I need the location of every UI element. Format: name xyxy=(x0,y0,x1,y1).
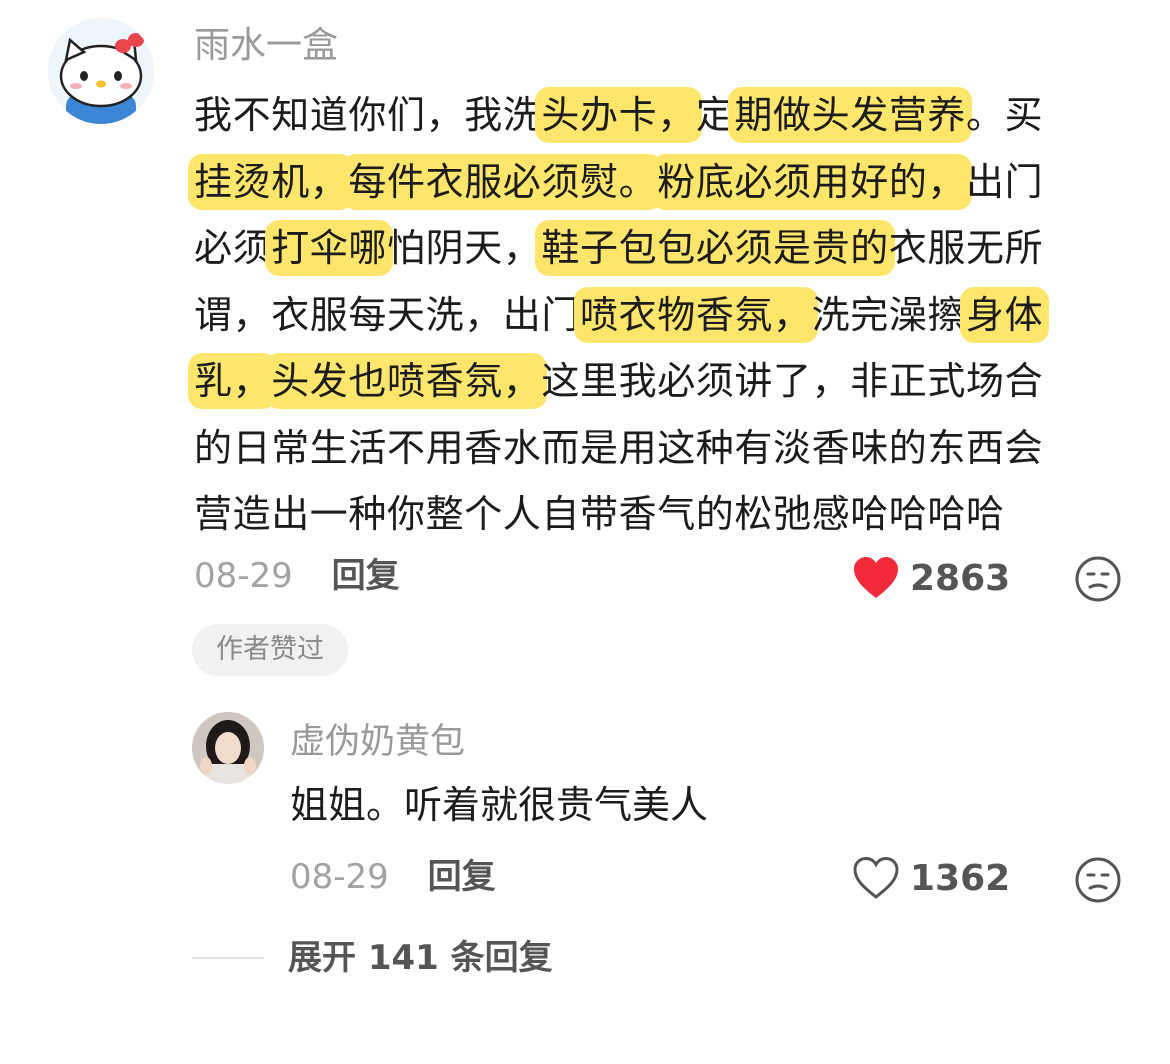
reply-avatar[interactable] xyxy=(192,712,264,784)
highlighted-text: 期做头发营养 xyxy=(728,87,973,143)
like-count: 2863 xyxy=(910,557,1011,599)
reply-reply-button[interactable]: 回复 xyxy=(428,857,496,897)
text-segment: 这里我必须讲了，非正式场合 xyxy=(541,359,1044,403)
text-segment: 我不知道你们，我洗 xyxy=(194,93,542,137)
reply-like-button[interactable]: 1362 xyxy=(852,856,1010,900)
text-segment: 衣服无所 xyxy=(888,226,1044,270)
comment-line: 我不知道你们，我洗头办卡，定期做头发营养。买 xyxy=(194,82,1124,149)
expand-replies-label[interactable]: 展开 141 条回复 xyxy=(288,936,553,980)
text-segment: 出门 xyxy=(966,159,1044,204)
comment-username[interactable]: 雨水一盒 xyxy=(194,24,338,68)
text-segment: 营造出一种你整个人自带香气的松弛感哈哈哈哈 xyxy=(194,492,1005,536)
highlighted-text: 打伞哪 xyxy=(265,220,394,276)
text-segment: 洗完澡擦 xyxy=(811,292,967,337)
like-button[interactable]: 2863 xyxy=(852,556,1010,600)
comment-meta: 08-29 回复 xyxy=(194,556,400,596)
text-segment: 的日常生活不用香水而是用这种有淡香味的东西会 xyxy=(194,425,1044,470)
highlighted-text: 挂烫机， xyxy=(188,153,355,210)
emoji-face-icon xyxy=(1075,857,1121,903)
highlighted-text: 身体 xyxy=(960,286,1050,343)
highlighted-text: 每件衣服必须熨。 xyxy=(342,153,664,210)
highlighted-text: 鞋子包包必须是贵的 xyxy=(535,220,895,276)
highlighted-text: 喷衣物香氛， xyxy=(574,286,818,343)
reply-like-count: 1362 xyxy=(910,857,1011,899)
user-avatar[interactable] xyxy=(48,18,154,124)
hello-kitty-avatar-icon xyxy=(48,18,154,124)
text-segment: 怕阴天， xyxy=(387,226,542,270)
heart-outline-icon xyxy=(853,856,899,899)
heart-filled-icon xyxy=(854,557,898,598)
emoji-face-icon xyxy=(1075,556,1121,602)
highlighted-text: 头办卡， xyxy=(535,87,702,143)
expand-replies[interactable]: 展开 141 条回复 xyxy=(192,936,553,980)
comment-text: 我不知道你们，我洗头办卡，定期做头发营养。买 挂烫机，每件衣服必须熨。粉底必须用好… xyxy=(188,82,1124,548)
user-photo-avatar-icon xyxy=(192,712,264,784)
reply-username[interactable]: 虚伪奶黄包 xyxy=(290,720,465,764)
comment-line: 谓，衣服每天洗，出门喷衣物香氛，洗完澡擦身体 xyxy=(194,282,1124,349)
reply-emoji-button[interactable] xyxy=(1074,856,1122,904)
text-segment: 必须 xyxy=(194,226,272,270)
text-segment: 谓，衣服每天洗，出门 xyxy=(194,292,581,337)
highlighted-text: 乳， xyxy=(188,353,278,409)
comment-line: 必须打伞哪怕阴天，鞋子包包必须是贵的衣服无所 xyxy=(194,215,1124,282)
emoji-button[interactable] xyxy=(1074,555,1122,603)
comment-line: 挂烫机，每件衣服必须熨。粉底必须用好的，出门 xyxy=(188,149,1124,216)
reply-text: 姐姐。听着就很贵气美人 xyxy=(290,783,709,827)
highlighted-text: 头发也喷香氛， xyxy=(265,353,548,409)
comment-date: 08-29 xyxy=(194,556,293,596)
comment-line: 营造出一种你整个人自带香气的松弛感哈哈哈哈 xyxy=(194,481,1124,548)
comment-line: 乳，头发也喷香氛，这里我必须讲了，非正式场合 xyxy=(188,348,1124,415)
expand-divider xyxy=(192,957,264,959)
reply-button[interactable]: 回复 xyxy=(332,556,400,596)
highlighted-text: 粉底必须用好的， xyxy=(651,153,973,210)
author-liked-badge: 作者赞过 xyxy=(192,624,348,676)
text-segment: 。买 xyxy=(966,93,1044,137)
comment-line: 的日常生活不用香水而是用这种有淡香味的东西会 xyxy=(194,415,1124,482)
reply-meta: 08-29 回复 xyxy=(290,857,496,897)
reply-date: 08-29 xyxy=(290,857,389,897)
